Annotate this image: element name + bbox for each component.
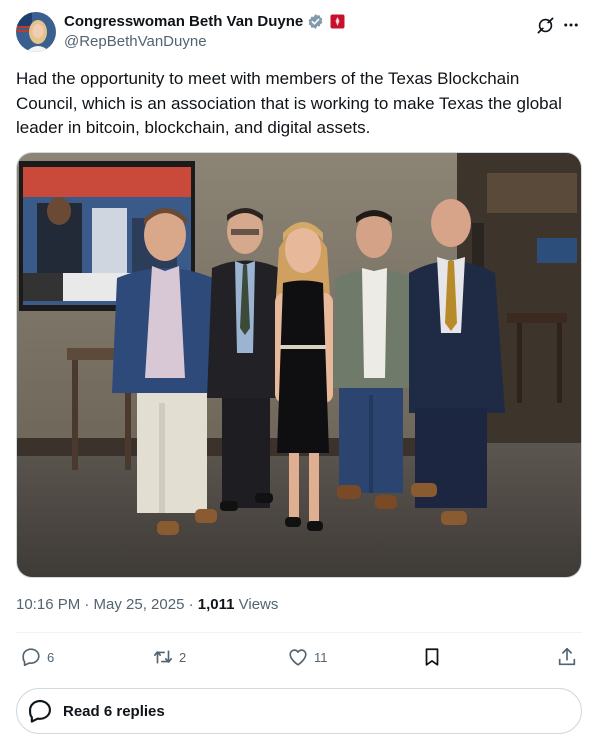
verified-badge-icon [307, 13, 324, 30]
retweet-button[interactable]: 2 [152, 642, 186, 672]
divider-top [16, 632, 582, 633]
avatar[interactable] [16, 12, 56, 52]
read-replies-label: Read 6 replies [63, 702, 165, 720]
read-replies-button[interactable]: Read 6 replies [16, 688, 582, 734]
tweet-header: Congresswoman Beth Van Duyne @RepBethVan… [16, 12, 582, 54]
display-name[interactable]: Congresswoman Beth Van Duyne [64, 13, 303, 30]
retweet-count: 2 [179, 649, 187, 665]
share-icon [558, 647, 576, 666]
heart-icon [289, 649, 307, 666]
affiliation-badge-icon[interactable] [330, 14, 345, 29]
retweet-icon [153, 650, 173, 664]
grok-icon[interactable] [534, 14, 556, 36]
name-row: Congresswoman Beth Van Duyne [64, 13, 345, 30]
reply-button[interactable]: 6 [20, 642, 54, 672]
action-bar: 6 2 11 [16, 642, 582, 672]
bookmark-button[interactable] [421, 642, 443, 672]
reply-icon [22, 648, 40, 667]
reply-count: 6 [47, 649, 55, 665]
tweet-photo[interactable] [16, 152, 582, 578]
bookmark-icon [425, 648, 439, 666]
like-count: 11 [314, 649, 328, 665]
more-icon[interactable] [560, 14, 582, 36]
handle[interactable]: @RepBethVanDuyne [64, 33, 207, 50]
like-button[interactable]: 11 [287, 642, 328, 672]
tweet-text: Had the opportunity to meet with members… [16, 69, 562, 137]
views-count: 1,011 [197, 596, 235, 613]
tweet-meta: 10:16 PM · May 25, 2025 · 1,011 Views [16, 596, 278, 613]
views-label: Views [234, 596, 279, 613]
reply-bubble-icon [29, 700, 51, 723]
share-button[interactable] [556, 642, 578, 672]
timestamp[interactable]: 10:16 PM · May 25, 2025 · [16, 596, 198, 613]
